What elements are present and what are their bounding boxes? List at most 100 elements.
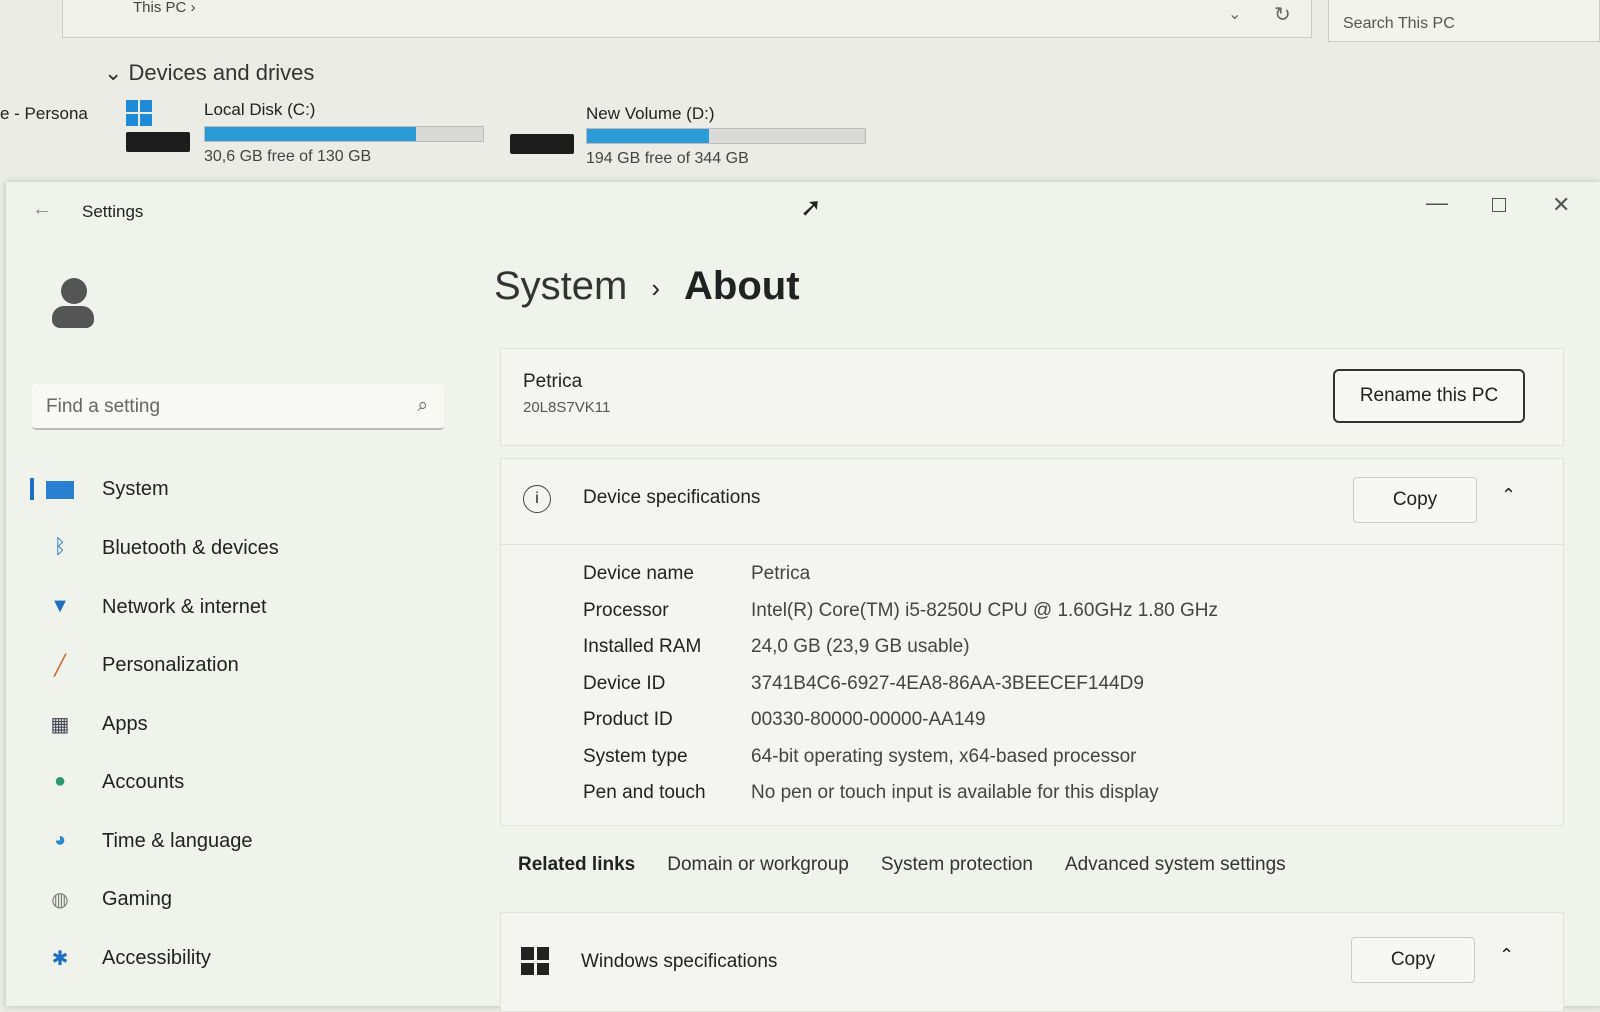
section-title: Devices and drives xyxy=(128,60,315,85)
search-icon: ⌕ xyxy=(417,395,428,416)
sidebar-item-label: Bluetooth & devices xyxy=(102,536,279,559)
drive-d[interactable]: New Volume (D:) 194 GB free of 344 GB xyxy=(510,104,870,174)
section-title: Windows specifications xyxy=(581,951,778,972)
selected-indicator xyxy=(30,478,34,500)
address-bar[interactable]: This PC › xyxy=(62,0,1312,38)
spec-value: No pen or touch input is available for t… xyxy=(751,782,1159,803)
sidebar-item-label: Personalization xyxy=(102,653,239,676)
avatar[interactable] xyxy=(52,278,96,330)
section-devices-drives[interactable]: ⌄ Devices and drives xyxy=(104,60,314,86)
sidebar-item-label: Network & internet xyxy=(102,595,267,618)
sidebar-item-label: Accounts xyxy=(102,770,185,793)
drive-usage-bar xyxy=(204,126,484,142)
chevron-up-icon[interactable]: ⌃ xyxy=(1499,945,1514,966)
breadcrumb-this-pc[interactable]: This PC xyxy=(133,0,186,16)
spec-value: 64-bit operating system, x64-based proce… xyxy=(751,745,1137,767)
copy-device-specs-button[interactable]: Copy xyxy=(1353,477,1477,523)
breadcrumb-system[interactable]: System xyxy=(494,264,627,308)
info-icon: i xyxy=(523,485,551,513)
spec-row: Device name Petrica xyxy=(583,563,810,585)
sidebar-item-label: Accessibility xyxy=(102,946,211,969)
mouse-cursor-icon: ➚ xyxy=(800,192,822,222)
window-title: Settings xyxy=(82,202,144,221)
sidebar-item-personalization[interactable]: ╱ Personalization xyxy=(46,653,239,678)
drive-usage-bar xyxy=(586,128,866,144)
link-system-protection[interactable]: System protection xyxy=(881,854,1033,876)
close-icon[interactable]: ✕ xyxy=(1552,192,1570,218)
spec-key: System type xyxy=(583,745,688,767)
spec-value: 24,0 GB (23,9 GB usable) xyxy=(751,636,970,657)
monitor-icon xyxy=(46,480,74,499)
gamepad-icon: ◍ xyxy=(51,889,69,911)
sidebar-item-bluetooth[interactable]: ᛒ Bluetooth & devices xyxy=(46,536,279,560)
find-setting-input[interactable]: Find a setting ⌕ xyxy=(32,384,444,430)
spec-value: 00330-80000-00000-AA149 xyxy=(751,709,986,730)
sidebar-item-network[interactable]: ▼ Network & internet xyxy=(46,595,267,619)
chevron-down-icon[interactable]: ⌄ xyxy=(1228,4,1241,24)
related-links: Related links Domain or workgroup System… xyxy=(518,854,1286,876)
explorer-search-input[interactable]: Search This PC xyxy=(1328,0,1600,42)
sidebar-item-label: Gaming xyxy=(102,887,173,910)
pc-name-card: Petrica 20L8S7VK11 Rename this PC xyxy=(500,348,1564,446)
accessibility-icon: ✱ xyxy=(51,948,69,970)
sidebar-item-system[interactable]: System xyxy=(46,478,169,501)
bluetooth-icon: ᛒ xyxy=(54,536,66,558)
rename-pc-button[interactable]: Rename this PC xyxy=(1333,369,1525,423)
drive-icon xyxy=(126,132,190,152)
pc-model: 20L8S7VK11 xyxy=(523,399,611,416)
sidebar-item-label: Time & language xyxy=(102,829,253,852)
spec-row: Device ID 3741B4C6-6927-4EA8-86AA-3BEECEF… xyxy=(583,673,1144,695)
breadcrumb-about: About xyxy=(684,264,800,308)
sidebar-item-accessibility[interactable]: ✱ Accessibility xyxy=(46,946,211,971)
sidebar-item-time-language[interactable]: ◕ Time & language xyxy=(46,829,253,853)
search-placeholder: Find a setting xyxy=(46,396,161,417)
maximize-icon[interactable] xyxy=(1492,198,1506,212)
nav-item-onedrive[interactable]: e - Persona xyxy=(0,104,88,124)
drive-c[interactable]: Local Disk (C:) 30,6 GB free of 130 GB xyxy=(126,100,486,170)
minimize-icon[interactable]: — xyxy=(1426,190,1448,216)
drive-free-space: 30,6 GB free of 130 GB xyxy=(204,148,372,165)
drive-name: Local Disk (C:) xyxy=(204,100,316,119)
spec-value: Intel(R) Core(TM) i5-8250U CPU @ 1.60GHz… xyxy=(751,599,1218,621)
link-domain-workgroup[interactable]: Domain or workgroup xyxy=(667,854,849,876)
wifi-icon: ▼ xyxy=(50,595,70,617)
drive-free-space: 194 GB free of 344 GB xyxy=(586,150,749,167)
spec-key: Device ID xyxy=(583,672,666,694)
spec-key: Product ID xyxy=(583,709,673,730)
sidebar-item-gaming[interactable]: ◍ Gaming xyxy=(46,887,173,912)
brush-icon: ╱ xyxy=(53,655,67,677)
sidebar-item-label: Apps xyxy=(102,712,148,735)
sidebar-item-label: System xyxy=(102,478,169,500)
back-arrow-icon[interactable]: ← xyxy=(32,198,52,221)
spec-value: Petrica xyxy=(751,563,811,584)
pc-name: Petrica xyxy=(523,371,583,392)
windows-specifications-card[interactable]: Windows specifications Copy ⌃ xyxy=(500,912,1564,1012)
spec-key: Processor xyxy=(583,599,669,621)
sidebar-item-apps[interactable]: ▦ Apps xyxy=(46,712,148,737)
drive-icon xyxy=(510,134,574,154)
spec-row: System type 64-bit operating system, x64-… xyxy=(583,746,1136,768)
spec-row: Installed RAM 24,0 GB (23,9 GB usable) xyxy=(583,636,970,658)
spec-row: Product ID 00330-80000-00000-AA149 xyxy=(583,709,986,731)
settings-window: ← Settings — ✕ Find a setting ⌕ System ᛒ B… xyxy=(6,182,1600,1012)
file-explorer-window: This PC › ⌄ ↻ Search This PC ⌄ Devices a… xyxy=(0,0,1600,182)
refresh-icon[interactable]: ↻ xyxy=(1274,2,1291,27)
drive-name: New Volume (D:) xyxy=(586,104,715,123)
spec-row: Pen and touch No pen or touch input is av… xyxy=(583,782,1159,804)
person-icon: ● xyxy=(53,770,67,792)
spec-key: Pen and touch xyxy=(583,782,706,803)
spec-key: Installed RAM xyxy=(583,636,702,657)
sidebar-item-accounts[interactable]: ● Accounts xyxy=(46,770,184,794)
device-specs-header[interactable]: i Device specifications Copy ⌃ xyxy=(501,459,1563,545)
globe-clock-icon: ◕ xyxy=(53,829,67,851)
device-specifications-card: i Device specifications Copy ⌃ Device na… xyxy=(500,458,1564,826)
link-advanced-system-settings[interactable]: Advanced system settings xyxy=(1065,854,1286,876)
copy-windows-specs-button[interactable]: Copy xyxy=(1351,937,1475,983)
spec-key: Device name xyxy=(583,563,694,584)
related-links-label: Related links xyxy=(518,854,636,875)
apps-icon: ▦ xyxy=(50,714,70,736)
page-title: System › About xyxy=(494,264,800,308)
windows-logo-icon xyxy=(521,947,549,975)
chevron-up-icon[interactable]: ⌃ xyxy=(1501,485,1516,506)
spec-value: 3741B4C6-6927-4EA8-86AA-3BEECEF144D9 xyxy=(751,672,1144,694)
